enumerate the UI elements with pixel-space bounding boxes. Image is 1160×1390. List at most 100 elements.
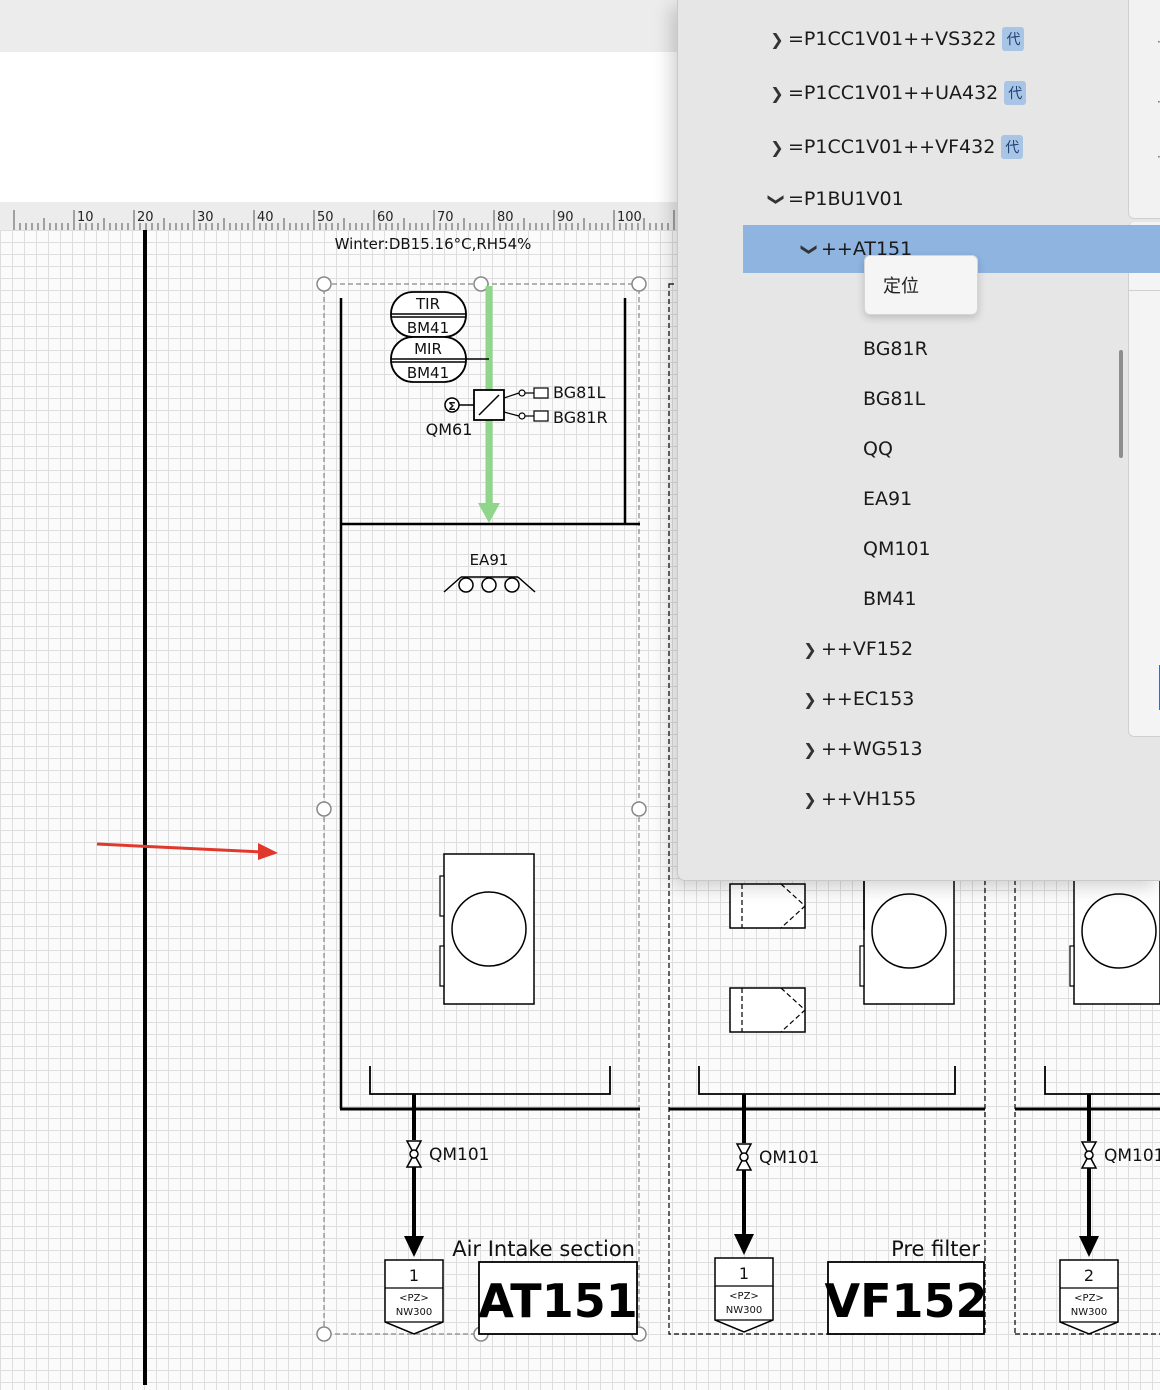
- tree-row[interactable]: BM41: [678, 584, 1160, 614]
- tree-row[interactable]: ❯ ++WG513: [678, 734, 1160, 764]
- tree-row-label: ++WG513: [821, 738, 923, 760]
- chevron-right-icon[interactable]: ❯: [766, 138, 788, 157]
- tree-row[interactable]: BG81R: [678, 334, 1160, 364]
- tree-row-label: ++EC153: [821, 688, 915, 710]
- right-panel-divider: [1129, 290, 1160, 291]
- fan-unit-1[interactable]: [439, 853, 535, 1005]
- selection-box[interactable]: [323, 283, 640, 1335]
- tree-row[interactable]: ❯ =P1BU1V01: [678, 184, 1160, 214]
- terminal-pz-label: <PZ>: [729, 1291, 759, 1302]
- section-caption: Pre filter: [891, 1237, 980, 1261]
- svg-text:MIR: MIR: [414, 340, 442, 358]
- ruler-label: 10: [77, 210, 94, 225]
- ruler-label: 100: [617, 210, 642, 225]
- ruler-label: 70: [437, 210, 454, 225]
- terminal-number: 1: [739, 1264, 749, 1283]
- terminal-pz-label: <PZ>: [1074, 1293, 1104, 1304]
- section-code: VF152: [824, 1274, 987, 1328]
- bg81-limit-switches[interactable]: BG81L BG81R: [503, 383, 608, 427]
- chevron-down-icon[interactable]: ❯: [801, 238, 820, 260]
- ruler-label: 40: [257, 210, 274, 225]
- section2-drain-tray: [698, 1066, 956, 1095]
- svg-text:EA91: EA91: [470, 551, 509, 569]
- qm101-label: QM101: [1104, 1146, 1160, 1166]
- ruler-label: 20: [137, 210, 154, 225]
- chevron-right-icon[interactable]: ❯: [766, 30, 788, 49]
- tree-row[interactable]: ❯ ++EC153: [678, 684, 1160, 714]
- tree-row-label: ++VF152: [821, 638, 914, 660]
- filter-element-1[interactable]: [729, 883, 806, 929]
- tree-row[interactable]: ❯ ++VH155: [678, 784, 1160, 814]
- terminal-nw-label: NW300: [1071, 1307, 1107, 1318]
- bg81r-label: BG81R: [553, 408, 608, 427]
- context-menu[interactable]: 定位: [864, 255, 978, 315]
- ruler-label: 60: [377, 210, 394, 225]
- tree-row-label: =P1CC1V01++UA432: [788, 82, 999, 104]
- terminal-nw-label: NW300: [396, 1307, 432, 1318]
- tree-row[interactable]: BG81L: [678, 384, 1160, 414]
- outlet-connection[interactable]: QM101 2 <PZ> NW300: [1059, 1094, 1160, 1335]
- section3-drain-tray: [1044, 1066, 1160, 1095]
- tree-row-label: =P1CC1V01++VS322: [788, 28, 997, 50]
- terminal-number: 1: [409, 1266, 419, 1285]
- qm61-label: QM61: [426, 420, 473, 439]
- tree-navigator-panel[interactable]: · · · 牡 ❯ =P1CC1V01++VS322 代 ❯ =P1CC1V01…: [677, 0, 1160, 881]
- bg81l-label: BG81L: [553, 383, 605, 402]
- tree-row[interactable]: ❯ =P1CC1V01++UA432 代: [678, 78, 1160, 108]
- mir-bm41-instrument[interactable]: MIR BM41: [390, 336, 489, 383]
- section-code: AT151: [478, 1274, 637, 1328]
- tree-row[interactable]: EA91: [678, 484, 1160, 514]
- chevron-right-icon[interactable]: ❯: [766, 84, 788, 103]
- ruler-label: 30: [197, 210, 214, 225]
- terminal-pz-label: <PZ>: [399, 1293, 429, 1304]
- tree-row[interactable]: ❯ ++VF152: [678, 634, 1160, 664]
- ruler-ticks: 102030405060708090100110: [13, 210, 680, 230]
- fan-unit-3[interactable]: [1069, 879, 1160, 1005]
- section-caption: Air Intake section: [452, 1237, 635, 1261]
- qm101-label: QM101: [429, 1145, 490, 1165]
- qm101-label: QM101: [759, 1148, 820, 1168]
- chevron-right-icon[interactable]: ❯: [799, 790, 821, 809]
- chevron-right-icon[interactable]: ❯: [799, 690, 821, 709]
- tree-row-label: BM41: [863, 588, 917, 610]
- filter-element-2[interactable]: [729, 987, 806, 1033]
- ea91-heater[interactable]: EA91: [443, 551, 536, 593]
- chevron-right-icon[interactable]: ❯: [799, 640, 821, 659]
- substitute-badge: 代: [1004, 81, 1027, 105]
- ruler-label: 80: [497, 210, 514, 225]
- chevron-right-icon[interactable]: ❯: [799, 740, 821, 759]
- sigma-symbol: Σ: [448, 400, 456, 413]
- fan-unit-2[interactable]: [859, 879, 955, 1005]
- tree-row[interactable]: QQ: [678, 434, 1160, 464]
- section1-drain-tray: [369, 1066, 611, 1095]
- context-menu-item-locate[interactable]: 定位: [883, 272, 919, 298]
- tree-row-label: QM101: [863, 538, 931, 560]
- terminal-number: 2: [1084, 1266, 1094, 1285]
- svg-text:TIR: TIR: [415, 295, 440, 313]
- condition-text: Winter:DB15.16°C,RH54%: [335, 235, 532, 253]
- tree-row-label: =P1BU1V01: [788, 188, 904, 210]
- tree-row-label: EA91: [863, 488, 913, 510]
- tir-bm41-instrument[interactable]: TIR BM41: [390, 291, 467, 338]
- outlet-connection[interactable]: QM101 1 <PZ> NW300 Air Intake section AT151: [384, 1094, 638, 1335]
- tree-row[interactable]: ❯ =P1CC1V01++VF432 代: [678, 132, 1160, 162]
- ruler-label: 50: [317, 210, 334, 225]
- tree-row[interactable]: ❯ =P1CC1V01++VS322 代: [678, 24, 1160, 54]
- substitute-badge: 代: [1001, 135, 1024, 159]
- tree-row[interactable]: QM101: [678, 534, 1160, 564]
- tree-row-label: =P1CC1V01++VF432: [788, 136, 996, 158]
- tree-row-label: BG81L: [863, 388, 926, 410]
- svg-text:BM41: BM41: [407, 364, 449, 382]
- outlet-connection[interactable]: QM101 1 <PZ> NW300 Pre filter VF152: [714, 1094, 988, 1335]
- tree-row-label: QQ: [863, 438, 893, 460]
- tree-row-label: BG81R: [863, 338, 928, 360]
- horizontal-ruler: 102030405060708090100110: [0, 202, 680, 231]
- substitute-badge: 代: [1002, 27, 1025, 51]
- tree-row-label: ++VH155: [821, 788, 917, 810]
- selection-handles[interactable]: [316, 276, 647, 1342]
- ruler-label: 90: [557, 210, 574, 225]
- terminal-nw-label: NW300: [726, 1305, 762, 1316]
- svg-text:BM41: BM41: [407, 319, 449, 337]
- airflow-arrow-head: [478, 503, 500, 523]
- chevron-down-icon[interactable]: ❯: [768, 188, 787, 210]
